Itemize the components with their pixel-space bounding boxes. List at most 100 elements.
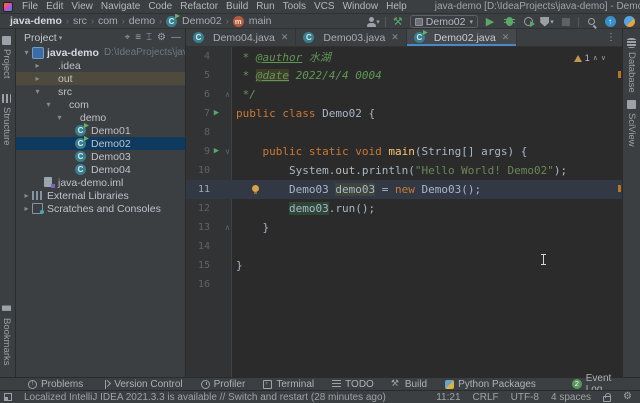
quickfix-bulb-icon[interactable]	[252, 185, 259, 194]
breadcrumb-src[interactable]: src	[71, 15, 89, 27]
menu-build[interactable]: Build	[222, 1, 252, 12]
hide-panel-icon[interactable]: —	[171, 32, 181, 43]
code-editor[interactable]: 4 * @author 水湖 5 * @date 2022/4/4 0004 6 ∧ …	[186, 47, 622, 377]
tool-window-build[interactable]: Build	[391, 378, 427, 390]
close-icon[interactable]: ✕	[391, 32, 399, 43]
expand-all-icon[interactable]: ≡	[135, 32, 141, 43]
tree-chevron-icon[interactable]: ▾	[55, 113, 64, 122]
tool-stripe-database[interactable]: Database	[626, 33, 637, 98]
tree-item-external libraries[interactable]: ▸ External Libraries	[16, 189, 185, 202]
menu-window[interactable]: Window	[339, 1, 383, 12]
tree-chevron-icon[interactable]: ▸	[33, 74, 42, 83]
tool-stripe-bookmarks[interactable]: Bookmarks	[1, 300, 12, 371]
tree-item-demo02[interactable]: Demo02	[16, 137, 185, 150]
code-line-8[interactable]: 8	[186, 123, 622, 142]
code-line-10[interactable]: 10 System.out.println("Hello World! Demo…	[186, 161, 622, 180]
tab-demo03.java[interactable]: Demo03.java ✕	[296, 29, 407, 46]
tree-chevron-icon[interactable]: ▾	[44, 100, 53, 109]
toolwindow-switcher-icon[interactable]	[4, 393, 12, 401]
code-line-5[interactable]: 5 * @date 2022/4/4 0004	[186, 66, 622, 85]
ide-update-icon[interactable]: ↑	[603, 15, 617, 28]
chevron-down-icon[interactable]: ▾	[59, 34, 63, 42]
code-line-16[interactable]: 16	[186, 275, 622, 294]
code-line-7[interactable]: 7 ▶ public class Demo02 {	[186, 104, 622, 123]
menu-edit[interactable]: Edit	[42, 1, 67, 12]
tool-stripe-project[interactable]: Project	[1, 31, 12, 84]
project-panel-title[interactable]: Project	[24, 32, 57, 44]
tool-window-profiler[interactable]: Profiler	[200, 379, 245, 390]
tab-options-icon[interactable]: ⋮	[600, 29, 622, 46]
gear-icon[interactable]: ⚙	[623, 392, 632, 402]
tool-window-version-control[interactable]: Version Control	[101, 379, 183, 390]
file-encoding[interactable]: UTF-8	[511, 392, 539, 403]
profiler-button[interactable]	[521, 15, 535, 28]
fold-icon[interactable]: ∧	[223, 90, 232, 99]
tree-item-demo03[interactable]: Demo03	[16, 150, 185, 163]
close-icon[interactable]: ✕	[281, 32, 289, 43]
tree-item-java-demo.iml[interactable]: java-demo.iml	[16, 176, 185, 189]
lock-icon[interactable]	[603, 392, 612, 402]
tool-window-problems[interactable]: Problems	[28, 379, 83, 390]
run-line-icon[interactable]: ▶	[210, 104, 223, 123]
tool-window-python-packages[interactable]: Python Packages	[445, 379, 536, 390]
caret-position[interactable]: 11:21	[436, 392, 460, 403]
menu-help[interactable]: Help	[382, 1, 411, 12]
tree-item-scratches and consoles[interactable]: ▸ Scratches and Consoles	[16, 202, 185, 215]
line-separator[interactable]: CRLF	[473, 392, 499, 403]
tree-chevron-icon[interactable]: ▾	[22, 48, 31, 57]
inspections-widget[interactable]: 1 ∧ ∨	[573, 53, 606, 63]
tool-stripe-sciview[interactable]: SciView	[626, 95, 637, 152]
code-line-11[interactable]: 11 Demo03 demo03 = new Demo03();	[186, 180, 622, 199]
menu-run[interactable]: Run	[252, 1, 278, 12]
next-warning-icon[interactable]: ∨	[601, 54, 606, 62]
collapse-all-icon[interactable]: ⌶	[146, 32, 152, 43]
tree-chevron-icon[interactable]: ▸	[22, 191, 31, 200]
tree-item-demo01[interactable]: Demo01	[16, 124, 185, 137]
tool-window-todo[interactable]: TODO	[332, 379, 374, 390]
breadcrumb-com[interactable]: com	[96, 15, 120, 27]
fold-icon[interactable]: ∨	[223, 147, 232, 156]
close-icon[interactable]: ✕	[502, 32, 510, 43]
stop-button[interactable]	[559, 15, 573, 28]
menu-tools[interactable]: Tools	[279, 1, 310, 12]
code-line-9[interactable]: 9 ▶ ∨ public static void main(String[] arg…	[186, 142, 622, 161]
tab-demo02.java[interactable]: Demo02.java ✕	[406, 29, 518, 46]
tree-item-demo[interactable]: ▾ demo	[16, 111, 185, 124]
code-line-13[interactable]: 13 ∧ }	[186, 218, 622, 237]
menu-view[interactable]: View	[67, 1, 97, 12]
tree-item-java-demo[interactable]: ▾ java-demo D:\IdeaProjects\java-demo	[16, 46, 185, 59]
code-line-6[interactable]: 6 ∧ */	[186, 85, 622, 104]
tool-stripe-structure[interactable]: Structure	[1, 89, 12, 151]
gear-icon[interactable]: ⚙	[157, 32, 166, 43]
build-hammer-icon[interactable]: ⚒	[391, 15, 405, 28]
tab-demo04.java[interactable]: Demo04.java ✕	[186, 29, 297, 46]
fold-icon[interactable]: ∧	[223, 223, 232, 232]
run-configuration-select[interactable]: Demo02 ▾	[409, 15, 478, 28]
menu-file[interactable]: File	[18, 1, 42, 12]
tree-chevron-icon[interactable]: ▸	[33, 61, 42, 70]
status-message[interactable]: Localized IntelliJ IDEA 2021.3.3 is avai…	[24, 392, 386, 403]
code-line-14[interactable]: 14	[186, 237, 622, 256]
tree-item-.idea[interactable]: ▸ .idea	[16, 59, 185, 72]
locate-file-icon[interactable]: ⌖	[125, 32, 131, 43]
breadcrumb-demo02[interactable]: Demo02	[164, 15, 224, 27]
menu-navigate[interactable]: Navigate	[97, 1, 144, 12]
tree-item-demo04[interactable]: Demo04	[16, 163, 185, 176]
tool-window-terminal[interactable]: Terminal	[263, 379, 314, 390]
menu-code[interactable]: Code	[144, 1, 176, 12]
menu-refactor[interactable]: Refactor	[176, 1, 222, 12]
breadcrumb-main[interactable]: main	[231, 15, 274, 27]
profile-icon[interactable]: ▾	[366, 15, 380, 28]
code-line-12[interactable]: 12 demo03.run();	[186, 199, 622, 218]
debug-button[interactable]	[502, 15, 516, 28]
error-stripe-mark[interactable]	[618, 185, 621, 192]
tree-chevron-icon[interactable]: ▸	[22, 204, 31, 213]
search-everywhere-icon[interactable]	[584, 15, 598, 28]
breadcrumb-java-demo[interactable]: java-demo	[8, 15, 64, 27]
code-line-15[interactable]: 15}	[186, 256, 622, 275]
error-stripe-mark[interactable]	[618, 71, 621, 78]
code-line-4[interactable]: 4 * @author 水湖	[186, 47, 622, 66]
run-button[interactable]: ▶	[483, 15, 497, 28]
run-line-icon[interactable]: ▶	[210, 142, 223, 161]
plugin-update-icon[interactable]	[622, 15, 636, 28]
